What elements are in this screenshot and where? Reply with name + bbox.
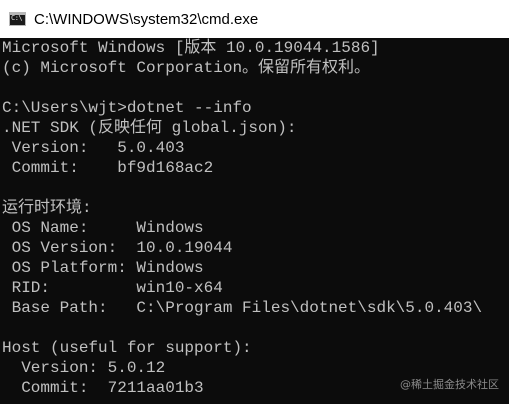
console-line: OS Name: Windows <box>2 219 204 237</box>
console-line: OS Platform: Windows <box>2 259 204 277</box>
console-line: Commit: bf9d168ac2 <box>2 159 214 177</box>
title-bar[interactable]: C:\ C:\WINDOWS\system32\cmd.exe <box>0 0 509 38</box>
console-line: C:\Users\wjt>dotnet --info <box>2 99 252 117</box>
console-line: Version: 5.0.12 <box>2 359 166 377</box>
console-line: RID: win10-x64 <box>2 279 223 297</box>
console-line: Host (useful for support): <box>2 339 252 357</box>
console-line: Version: 5.0.403 <box>2 139 185 157</box>
console-line: Base Path: C:\Program Files\dotnet\sdk\5… <box>2 299 483 317</box>
console-line: (c) Microsoft Corporation。保留所有权利。 <box>2 59 371 77</box>
console-output[interactable]: Microsoft Windows [版本 10.0.19044.1586] (… <box>2 38 509 404</box>
window-title: C:\WINDOWS\system32\cmd.exe <box>34 10 259 28</box>
cmd-window: C:\ C:\WINDOWS\system32\cmd.exe Microsof… <box>0 0 509 404</box>
cmd-icon: C:\ <box>9 12 26 26</box>
cmd-icon-glyph: C:\ <box>11 14 23 22</box>
watermark: @稀土掘金技术社区 <box>400 378 499 391</box>
console-line: 运行时环境: <box>2 199 92 217</box>
console-line: .NET SDK (反映任何 global.json): <box>2 119 297 137</box>
console-line: Microsoft Windows [版本 10.0.19044.1586] <box>2 39 380 57</box>
console-line: OS Version: 10.0.19044 <box>2 239 233 257</box>
